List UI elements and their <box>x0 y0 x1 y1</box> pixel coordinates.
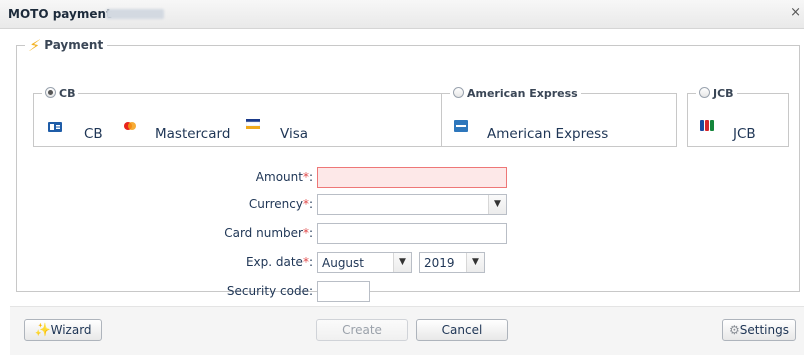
cb-radio-label: CB <box>59 87 76 100</box>
jcb-radio[interactable]: JCB <box>696 87 737 100</box>
amex-radio-button[interactable] <box>453 87 464 98</box>
redacted-shop-name <box>106 9 164 19</box>
dialog-titlebar: MOTO payment × <box>0 0 804 29</box>
card-number-label: Card number*: <box>224 226 313 240</box>
cb-radio-button[interactable] <box>45 87 56 98</box>
payment-fieldset: ⚡ Payment CB CB Mastercard Visa American… <box>16 36 800 302</box>
close-icon[interactable]: × <box>790 5 801 20</box>
currency-label: Currency*: <box>248 197 313 211</box>
cb-card-icon <box>48 122 62 132</box>
amount-label: Amount*: <box>255 170 313 184</box>
create-button[interactable]: Create <box>316 319 408 341</box>
cancel-button[interactable]: Cancel <box>416 319 508 341</box>
mastercard-icon <box>124 122 136 130</box>
jcb-group: JCB JCB <box>687 87 789 147</box>
amex-group: American Express American Express <box>441 87 677 147</box>
currency-select[interactable]: ▼ <box>317 194 507 215</box>
amex-radio-label: American Express <box>467 87 578 100</box>
chevron-down-icon[interactable]: ▼ <box>466 253 484 272</box>
exp-year-select[interactable]: 2019 ▼ <box>419 252 485 273</box>
jcb-radio-label: JCB <box>713 87 734 100</box>
chevron-down-icon[interactable]: ▼ <box>488 195 506 214</box>
brand-amex[interactable]: American Express <box>487 126 608 142</box>
wizard-button[interactable]: ✨Wizard <box>24 319 102 341</box>
settings-button[interactable]: ⚙Settings <box>722 319 796 341</box>
dialog-footer: ✨Wizard Create Cancel ⚙Settings <box>10 306 804 355</box>
amex-radio[interactable]: American Express <box>450 87 581 100</box>
wizard-label: Wizard <box>50 323 92 337</box>
exp-month-select[interactable]: August ▼ <box>317 252 412 273</box>
jcb-icon <box>700 120 714 131</box>
exp-month-value: August <box>322 256 364 270</box>
payment-legend: ⚡ Payment <box>25 36 107 55</box>
cb-group: CB CB Mastercard Visa <box>33 87 443 147</box>
chevron-down-icon[interactable]: ▼ <box>393 253 411 272</box>
security-code-input[interactable] <box>317 281 370 302</box>
brand-mastercard[interactable]: Mastercard <box>155 126 230 142</box>
payment-legend-label: Payment <box>44 38 104 52</box>
security-code-label: Security code: <box>226 284 313 298</box>
gear-icon: ⚙ <box>729 323 740 337</box>
brand-jcb[interactable]: JCB <box>733 126 756 142</box>
exp-date-label: Exp. date*: <box>245 255 313 269</box>
amex-icon <box>454 120 468 132</box>
jcb-radio-button[interactable] <box>699 87 710 98</box>
wand-icon: ✨ <box>34 323 51 338</box>
brand-cb[interactable]: CB <box>84 126 103 142</box>
lightning-icon: ⚡ <box>27 36 42 55</box>
card-number-input[interactable] <box>317 223 507 244</box>
cb-radio[interactable]: CB <box>42 87 78 100</box>
visa-icon <box>246 119 260 129</box>
exp-year-value: 2019 <box>424 256 455 270</box>
dialog-title: MOTO payment <box>8 7 112 21</box>
amount-input[interactable] <box>317 167 507 188</box>
settings-label: Settings <box>739 323 789 337</box>
brand-visa[interactable]: Visa <box>280 126 308 142</box>
